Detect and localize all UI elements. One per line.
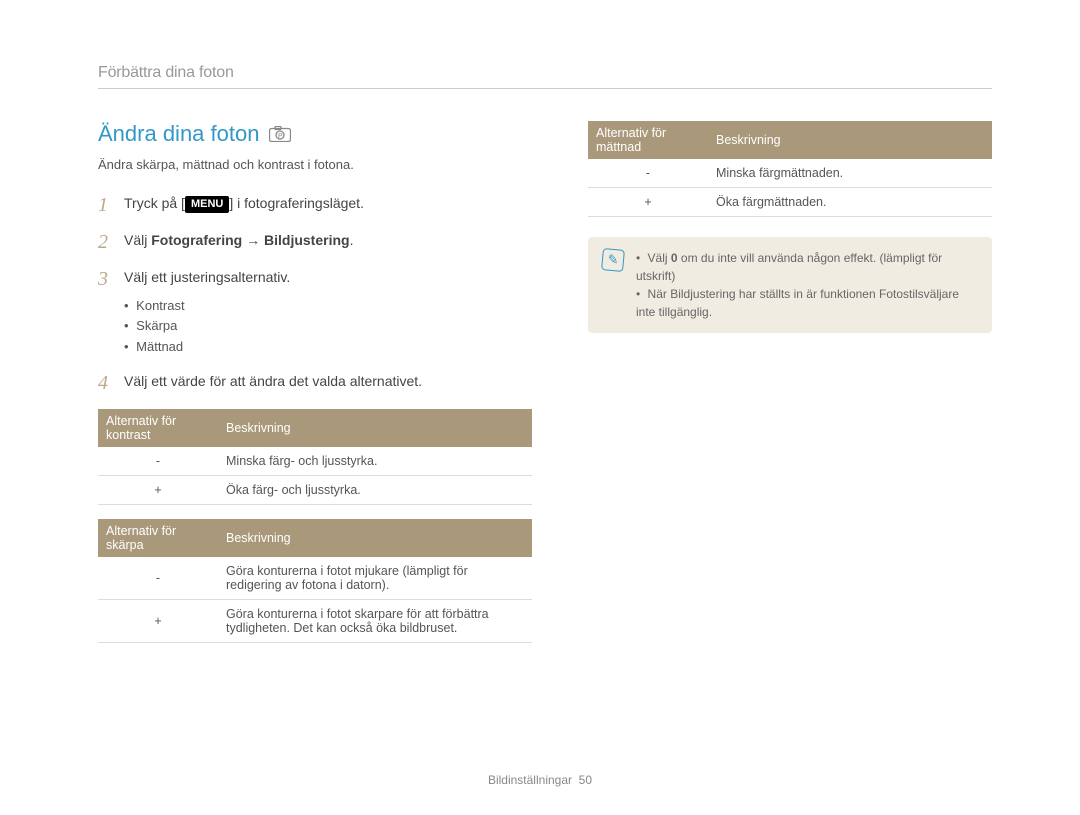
step2-pre: Välj — [124, 232, 151, 248]
intro-text: Ändra skärpa, mättnad och kontrast i fot… — [98, 157, 532, 172]
camera-icon: P — [269, 126, 291, 142]
svg-text:P: P — [278, 133, 283, 140]
step-num: 4 — [98, 372, 124, 395]
step-2: 2 Välj Fotografering → Bildjustering. — [98, 231, 532, 254]
step-num: 1 — [98, 194, 124, 217]
td-desc: Göra konturerna i fotot skarpare för att… — [218, 599, 532, 642]
th-skarpa-desc: Beskrivning — [218, 519, 532, 557]
th-mattnad-opt: Alternativ för mättnad — [588, 121, 708, 159]
step-num: 3 — [98, 268, 124, 291]
table-row: + Göra konturerna i fotot skarpare för a… — [98, 599, 532, 642]
step-1: 1 Tryck på [MENU] i fotograferingsläget. — [98, 194, 532, 217]
td-desc: Öka färg- och ljusstyrka. — [218, 475, 532, 504]
bullet-kontrast: Kontrast — [124, 296, 290, 317]
step-4: 4 Välj ett värde för att ändra det valda… — [98, 372, 532, 395]
bullet-mattnad: Mättnad — [124, 337, 290, 358]
step-3: 3 Välj ett justeringsalternativ. Kontras… — [98, 268, 532, 358]
page-footer: Bildinställningar 50 — [0, 773, 1080, 787]
td-desc: Minska färg- och ljusstyrka. — [218, 447, 532, 476]
step4-text: Välj ett värde för att ändra det valda a… — [124, 372, 422, 392]
bullet-skarpa: Skärpa — [124, 316, 290, 337]
step-num: 2 — [98, 231, 124, 254]
td-opt: + — [588, 188, 708, 217]
td-opt: - — [98, 557, 218, 600]
table-row: - Minska färg- och ljusstyrka. — [98, 447, 532, 476]
td-opt: + — [98, 475, 218, 504]
step1-pre: Tryck på [ — [124, 195, 185, 211]
th-kontrast-desc: Beskrivning — [218, 409, 532, 447]
note-icon: ✎ — [601, 248, 625, 272]
table-mattnad: Alternativ för mättnad Beskrivning - Min… — [588, 121, 992, 217]
section-title: Ändra dina foton P — [98, 121, 532, 147]
step2-bold: Fotografering → Bildjustering — [151, 232, 349, 248]
table-row: + Öka färgmättnaden. — [588, 188, 992, 217]
note-item: När Bildjustering har ställts in är funk… — [636, 285, 978, 321]
th-mattnad-desc: Beskrivning — [708, 121, 992, 159]
td-opt: - — [588, 159, 708, 188]
table-kontrast: Alternativ för kontrast Beskrivning - Mi… — [98, 409, 532, 505]
footer-label: Bildinställningar — [488, 773, 572, 787]
note-box: ✎ Välj 0 om du inte vill använda någon e… — [588, 237, 992, 333]
td-opt: + — [98, 599, 218, 642]
breadcrumb: Förbättra dina foton — [98, 64, 992, 89]
table-skarpa: Alternativ för skärpa Beskrivning - Göra… — [98, 519, 532, 643]
td-desc: Öka färgmättnaden. — [708, 188, 992, 217]
step2-post: . — [350, 232, 354, 248]
table-row: - Göra konturerna i fotot mjukare (lämpl… — [98, 557, 532, 600]
td-opt: - — [98, 447, 218, 476]
step1-post: ] i fotograferingsläget. — [229, 195, 364, 211]
table-row: + Öka färg- och ljusstyrka. — [98, 475, 532, 504]
th-kontrast-opt: Alternativ för kontrast — [98, 409, 218, 447]
footer-page: 50 — [579, 773, 592, 787]
table-row: - Minska färgmättnaden. — [588, 159, 992, 188]
td-desc: Göra konturerna i fotot mjukare (lämplig… — [218, 557, 532, 600]
th-skarpa-opt: Alternativ för skärpa — [98, 519, 218, 557]
step3-text: Välj ett justeringsalternativ. — [124, 269, 290, 285]
section-title-text: Ändra dina foton — [98, 121, 259, 147]
note-item: Välj 0 om du inte vill använda någon eff… — [636, 249, 978, 285]
menu-button-icon: MENU — [185, 196, 229, 213]
td-desc: Minska färgmättnaden. — [708, 159, 992, 188]
